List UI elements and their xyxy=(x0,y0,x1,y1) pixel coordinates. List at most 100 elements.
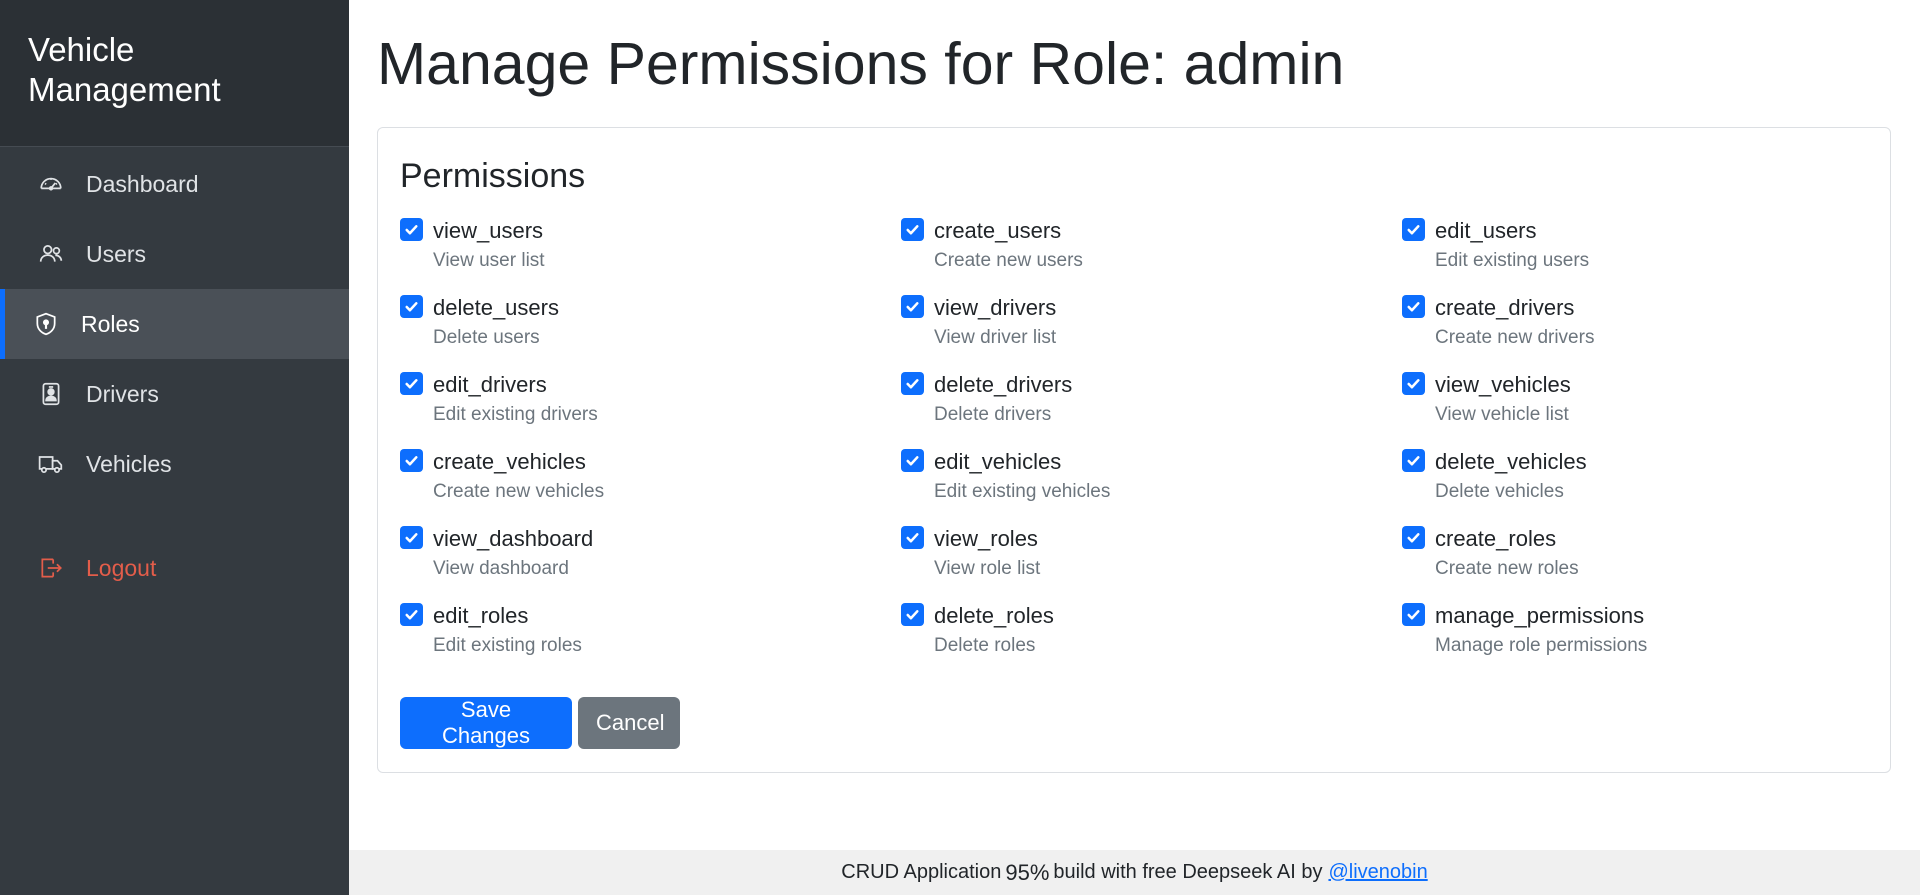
footer-text-before: CRUD Application xyxy=(841,861,1002,883)
permission-item: edit_drivers Edit existing drivers xyxy=(400,372,901,449)
permission-checkbox[interactable] xyxy=(1402,449,1425,472)
permission-item: edit_users Edit existing users xyxy=(1402,218,1882,295)
footer-author-link[interactable]: @livenobin xyxy=(1328,861,1427,884)
checkmark-icon xyxy=(1407,225,1420,235)
permission-name[interactable]: create_vehicles xyxy=(433,448,586,476)
logout-icon xyxy=(37,554,65,582)
permission-description: View dashboard xyxy=(433,558,569,579)
permission-checkbox[interactable] xyxy=(901,295,924,318)
permission-checkbox[interactable] xyxy=(901,218,924,241)
permission-checkbox[interactable] xyxy=(400,526,423,549)
checkmark-icon xyxy=(906,302,919,312)
permission-name[interactable]: delete_drivers xyxy=(934,371,1072,399)
permission-checkbox[interactable] xyxy=(400,295,423,318)
permission-name[interactable]: view_dashboard xyxy=(433,525,593,553)
card-title: Permissions xyxy=(400,157,586,195)
permission-item: view_drivers View driver list xyxy=(901,295,1402,372)
sidebar: Vehicle Management Dashboard Users Roles xyxy=(0,0,349,895)
permission-item: delete_vehicles Delete vehicles xyxy=(1402,449,1882,526)
permission-checkbox[interactable] xyxy=(901,372,924,395)
permission-checkbox[interactable] xyxy=(1402,218,1425,241)
sidebar-item-drivers[interactable]: Drivers xyxy=(0,359,349,429)
shield-icon xyxy=(32,310,60,338)
cancel-button[interactable]: Cancel xyxy=(578,697,680,749)
permission-checkbox[interactable] xyxy=(400,449,423,472)
permission-name[interactable]: create_roles xyxy=(1435,525,1556,553)
sidebar-item-label: Vehicles xyxy=(86,450,172,477)
permission-checkbox[interactable] xyxy=(901,449,924,472)
permission-name[interactable]: delete_vehicles xyxy=(1435,448,1587,476)
brand-title[interactable]: Vehicle Management xyxy=(28,30,321,110)
checkmark-icon xyxy=(405,533,418,543)
checkmark-icon xyxy=(906,456,919,466)
permission-name[interactable]: edit_drivers xyxy=(433,371,547,399)
sidebar-item-users[interactable]: Users xyxy=(0,219,349,289)
logout-label: Logout xyxy=(86,554,157,581)
brand-line-1: Vehicle xyxy=(28,31,135,68)
permission-name[interactable]: create_users xyxy=(934,217,1061,245)
checkmark-icon xyxy=(1407,379,1420,389)
permission-description: View vehicle list xyxy=(1435,404,1569,425)
permission-item: create_drivers Create new drivers xyxy=(1402,295,1882,372)
permission-name[interactable]: create_drivers xyxy=(1435,294,1574,322)
checkmark-icon xyxy=(1407,456,1420,466)
sidebar-item-vehicles[interactable]: Vehicles xyxy=(0,429,349,499)
permission-checkbox[interactable] xyxy=(400,218,423,241)
checkmark-icon xyxy=(1407,610,1420,620)
checkmark-icon xyxy=(906,379,919,389)
permission-name[interactable]: edit_users xyxy=(1435,217,1537,245)
main-content: Manage Permissions for Role: admin Permi… xyxy=(349,0,1920,895)
permission-item: view_roles View role list xyxy=(901,526,1402,603)
checkmark-icon xyxy=(1407,533,1420,543)
permission-checkbox[interactable] xyxy=(1402,295,1425,318)
footer-percent: 95% xyxy=(1005,859,1050,885)
permission-description: View user list xyxy=(433,250,545,271)
permission-name[interactable]: view_vehicles xyxy=(1435,371,1571,399)
permission-checkbox[interactable] xyxy=(400,603,423,626)
sidebar-item-roles[interactable]: Roles xyxy=(0,289,349,359)
permission-name[interactable]: edit_roles xyxy=(433,602,528,630)
permissions-grid: view_users View user list create_users Crea… xyxy=(400,218,1900,680)
checkmark-icon xyxy=(405,379,418,389)
permission-description: Create new roles xyxy=(1435,558,1579,579)
permission-description: Delete users xyxy=(433,327,540,348)
checkmark-icon xyxy=(405,456,418,466)
permission-description: Create new users xyxy=(934,250,1083,271)
truck-icon xyxy=(37,450,65,478)
permission-description: Edit existing vehicles xyxy=(934,481,1111,502)
checkmark-icon xyxy=(906,533,919,543)
permission-description: Edit existing users xyxy=(1435,250,1590,271)
permission-name[interactable]: manage_permissions xyxy=(1435,602,1644,630)
permission-item: view_users View user list xyxy=(400,218,901,295)
permission-name[interactable]: delete_roles xyxy=(934,602,1054,630)
permission-item: create_roles Create new roles xyxy=(1402,526,1882,603)
checkmark-icon xyxy=(906,610,919,620)
permission-item: create_users Create new users xyxy=(901,218,1402,295)
permission-name[interactable]: view_users xyxy=(433,217,543,245)
sidebar-item-label: Users xyxy=(86,240,147,267)
permission-name[interactable]: delete_users xyxy=(433,294,559,322)
permissions-card: Permissions view_users View user list crea… xyxy=(377,127,1891,773)
permission-name[interactable]: view_roles xyxy=(934,525,1038,553)
sidebar-item-label: Roles xyxy=(81,310,140,337)
permission-checkbox[interactable] xyxy=(1402,526,1425,549)
logout-link[interactable]: Logout xyxy=(0,533,349,603)
checkmark-icon xyxy=(405,225,418,235)
permission-item: edit_roles Edit existing roles xyxy=(400,603,901,680)
permission-checkbox[interactable] xyxy=(1402,372,1425,395)
permission-description: Manage role permissions xyxy=(1435,635,1648,656)
checkmark-icon xyxy=(405,302,418,312)
permission-checkbox[interactable] xyxy=(1402,603,1425,626)
permission-item: view_vehicles View vehicle list xyxy=(1402,372,1882,449)
sidebar-item-dashboard[interactable]: Dashboard xyxy=(0,149,349,219)
permission-description: Delete roles xyxy=(934,635,1036,656)
save-changes-button[interactable]: Save Changes xyxy=(400,697,572,749)
permission-checkbox[interactable] xyxy=(400,372,423,395)
permission-checkbox[interactable] xyxy=(901,526,924,549)
permission-checkbox[interactable] xyxy=(901,603,924,626)
sidebar-item-label: Dashboard xyxy=(86,170,199,197)
permission-name[interactable]: edit_vehicles xyxy=(934,448,1061,476)
permission-description: Edit existing drivers xyxy=(433,404,598,425)
permission-item: view_dashboard View dashboard xyxy=(400,526,901,603)
permission-name[interactable]: view_drivers xyxy=(934,294,1056,322)
